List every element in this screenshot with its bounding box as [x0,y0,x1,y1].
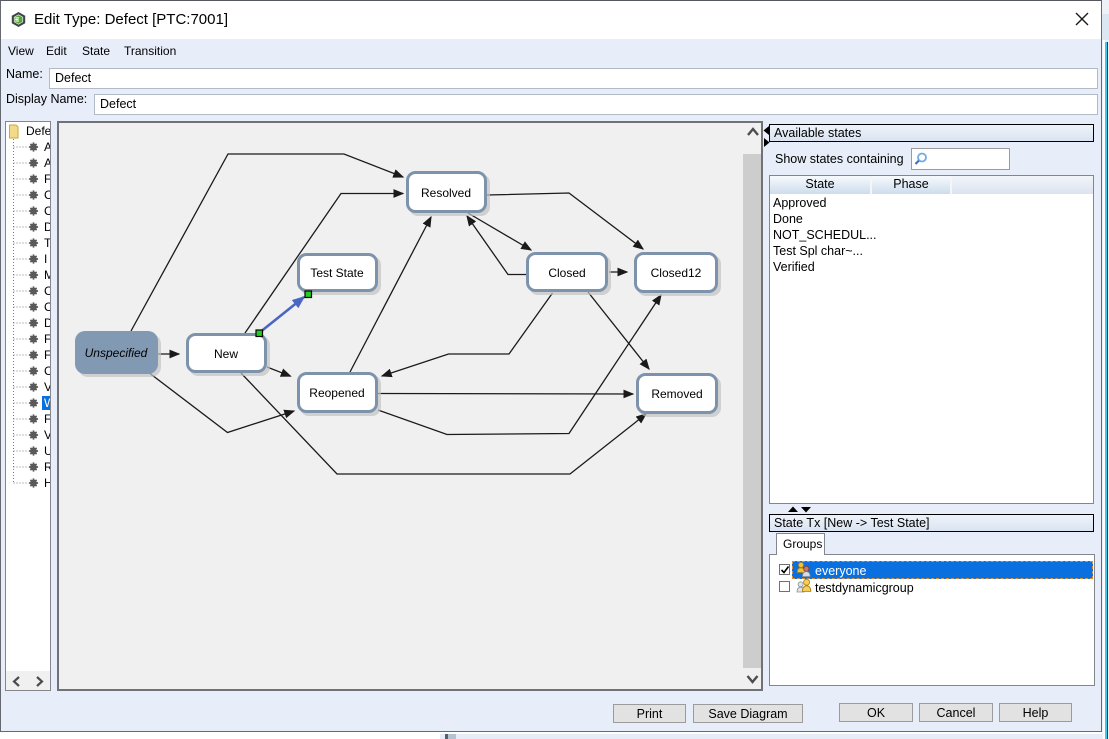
svg-text:Defec: Defec [26,124,50,138]
svg-text:Resolved: Resolved [421,186,471,200]
svg-text:F: F [44,172,50,186]
svg-text:C: C [44,364,50,378]
svg-text:New: New [214,347,238,361]
svg-text:Test State: Test State [310,266,364,280]
svg-text:C: C [44,204,50,218]
svg-text:T: T [44,236,50,250]
svg-text:Closed12: Closed12 [651,266,702,280]
svg-text:A: A [44,140,50,154]
svg-text:H: H [44,476,50,490]
svg-text:C: C [44,188,50,202]
svg-text:V: V [44,428,50,442]
svg-text:U: U [44,444,50,458]
svg-text:M: M [44,268,50,282]
svg-text:A: A [44,156,50,170]
svg-text:F: F [44,332,50,346]
svg-text:C: C [44,300,50,314]
svg-text:F: F [44,412,50,426]
svg-text:C: C [44,284,50,298]
svg-text:D: D [44,316,50,330]
svg-text:Reopened: Reopened [309,386,364,400]
svg-text:Removed: Removed [651,387,702,401]
svg-text:D: D [44,220,50,234]
svg-text:Unspecified: Unspecified [85,346,148,360]
svg-text:W: W [44,396,50,410]
svg-text:I: I [44,252,47,266]
svg-text:F: F [44,348,50,362]
svg-text:R: R [44,460,50,474]
svg-text:Closed: Closed [548,266,585,280]
svg-text:V: V [44,380,50,394]
